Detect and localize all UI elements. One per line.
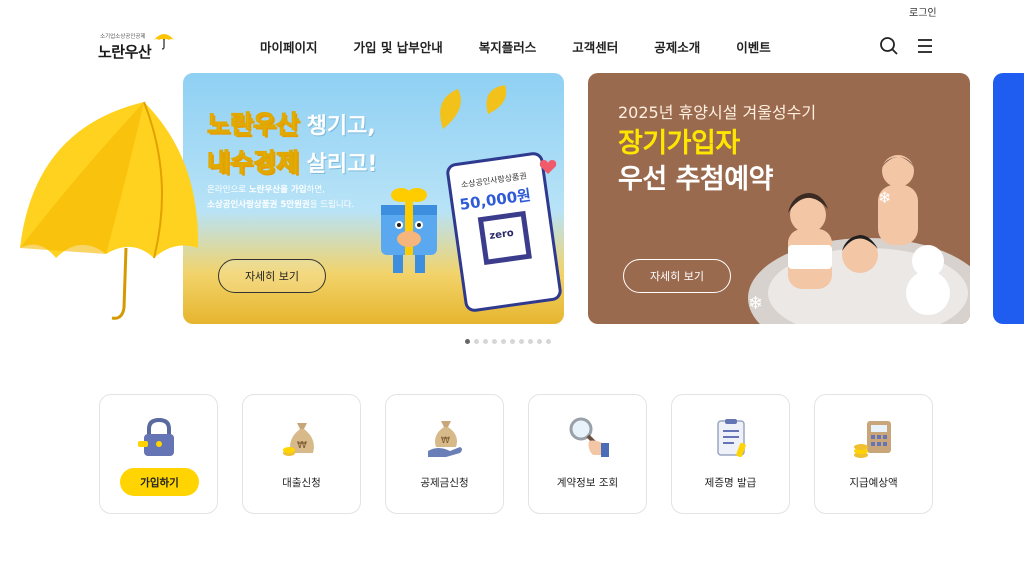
quick-loan-label: 대출신청 xyxy=(282,477,321,489)
banner-yellow-umbrella[interactable]: 노란우산 챙기고, 내수경제 살리고! 온라인으로 노란우산을 가입하면, 소상… xyxy=(183,73,564,324)
logo-title: 노란우산 xyxy=(98,43,152,61)
banner-2-more-button[interactable]: 자세히 보기 xyxy=(623,259,731,293)
banner-1-more-button[interactable]: 자세히 보기 xyxy=(218,259,326,293)
quick-loan[interactable]: ₩ 대출신청 xyxy=(242,394,361,514)
quick-estimate-label: 지급예상액 xyxy=(849,477,898,489)
slider-dot[interactable] xyxy=(546,339,551,344)
hot-spring-illustration: ❄ ❄ xyxy=(748,155,970,324)
ginkgo-leaf-icon xyxy=(440,85,507,129)
slider-dot[interactable] xyxy=(483,339,488,344)
calculator-icon xyxy=(854,421,891,458)
banner-winter-resort[interactable]: 2025년 휴양시설 겨울성수기 장기가입자 우선 추첨예약 ❄ ❄ 자세히 보… xyxy=(588,73,970,324)
svg-text:❄: ❄ xyxy=(748,293,763,314)
slider-dot[interactable] xyxy=(465,339,470,344)
logo[interactable]: 소기업소상공인공제 노란우산 xyxy=(98,30,178,62)
svg-text:₩: ₩ xyxy=(441,436,450,446)
svg-text:❄: ❄ xyxy=(878,188,891,207)
quick-join[interactable]: 가입하기 xyxy=(99,394,218,514)
banner-1-title-line1: 노란우산 챙기고, xyxy=(206,110,376,140)
banner-2-title-line1: 장기가입자 xyxy=(618,128,740,159)
slider-dot[interactable] xyxy=(492,339,497,344)
quick-contract-info-label: 계약정보 조회 xyxy=(556,477,619,489)
slider-dot[interactable] xyxy=(519,339,524,344)
nav-welfare-plus[interactable]: 복지플러스 xyxy=(479,37,537,56)
quick-contract-info[interactable]: 계약정보 조회 xyxy=(528,394,647,514)
nav-mypage[interactable]: 마이페이지 xyxy=(260,37,318,56)
banner-2-subtitle: 2025년 휴양시설 겨울성수기 xyxy=(618,103,817,122)
clipboard-icon xyxy=(717,419,746,458)
quick-certificate[interactable]: 제증명 발급 xyxy=(671,394,790,514)
hamburger-menu-icon[interactable] xyxy=(915,36,935,56)
nav-about[interactable]: 공제소개 xyxy=(654,37,700,56)
money-bag-icon: ₩ xyxy=(283,423,314,456)
quick-certificate-label: 제증명 발급 xyxy=(704,477,757,489)
slider-dot[interactable] xyxy=(510,339,515,344)
nav-customer-center[interactable]: 고객센터 xyxy=(572,37,618,56)
banner-1-title-line2: 내수경제 살리고! xyxy=(206,148,378,178)
quick-menu: 가입하기 ₩ 대출신청 ₩ 공제금신청 계약정보 조회 제증명 발급 지급예상액 xyxy=(99,394,933,514)
yellow-umbrella-icon xyxy=(20,101,199,320)
gift-voucher-card: 소상공인사랑상품권 50,000원 zero xyxy=(445,150,563,314)
slider-dot[interactable] xyxy=(528,339,533,344)
lock-icon xyxy=(138,417,174,456)
umbrella-logo-icon xyxy=(154,34,174,50)
heart-icon xyxy=(539,160,557,174)
banner-next-preview[interactable] xyxy=(993,73,1024,324)
slider-pagination xyxy=(465,339,551,344)
nav-join-payment[interactable]: 가입 및 납부안내 xyxy=(354,37,443,56)
quick-claim[interactable]: ₩ 공제금신청 xyxy=(385,394,504,514)
login-link[interactable]: 로그인 xyxy=(909,4,937,19)
money-bag-hand-icon: ₩ xyxy=(428,421,462,457)
search-icon[interactable] xyxy=(879,36,899,56)
banner-1-description: 온라인으로 노란우산을 가입하면, 소상공인사랑상품권 5만원권을 드립니다. xyxy=(207,185,355,210)
svg-text:₩: ₩ xyxy=(297,440,307,451)
main-nav: 마이페이지 가입 및 납부안내 복지플러스 고객센터 공제소개 이벤트 xyxy=(260,37,807,56)
gift-box-character-icon xyxy=(381,188,437,273)
quick-claim-label: 공제금신청 xyxy=(420,477,469,489)
quick-estimate[interactable]: 지급예상액 xyxy=(814,394,933,514)
slider-dot[interactable] xyxy=(501,339,506,344)
slider-dot[interactable] xyxy=(537,339,542,344)
logo-subtitle: 소기업소상공인공제 xyxy=(100,34,146,40)
join-button[interactable]: 가입하기 xyxy=(120,468,199,496)
qr-code-icon: zero xyxy=(477,210,532,266)
magnifier-hand-icon xyxy=(569,417,609,457)
slider-dot[interactable] xyxy=(474,339,479,344)
nav-event[interactable]: 이벤트 xyxy=(736,37,771,56)
